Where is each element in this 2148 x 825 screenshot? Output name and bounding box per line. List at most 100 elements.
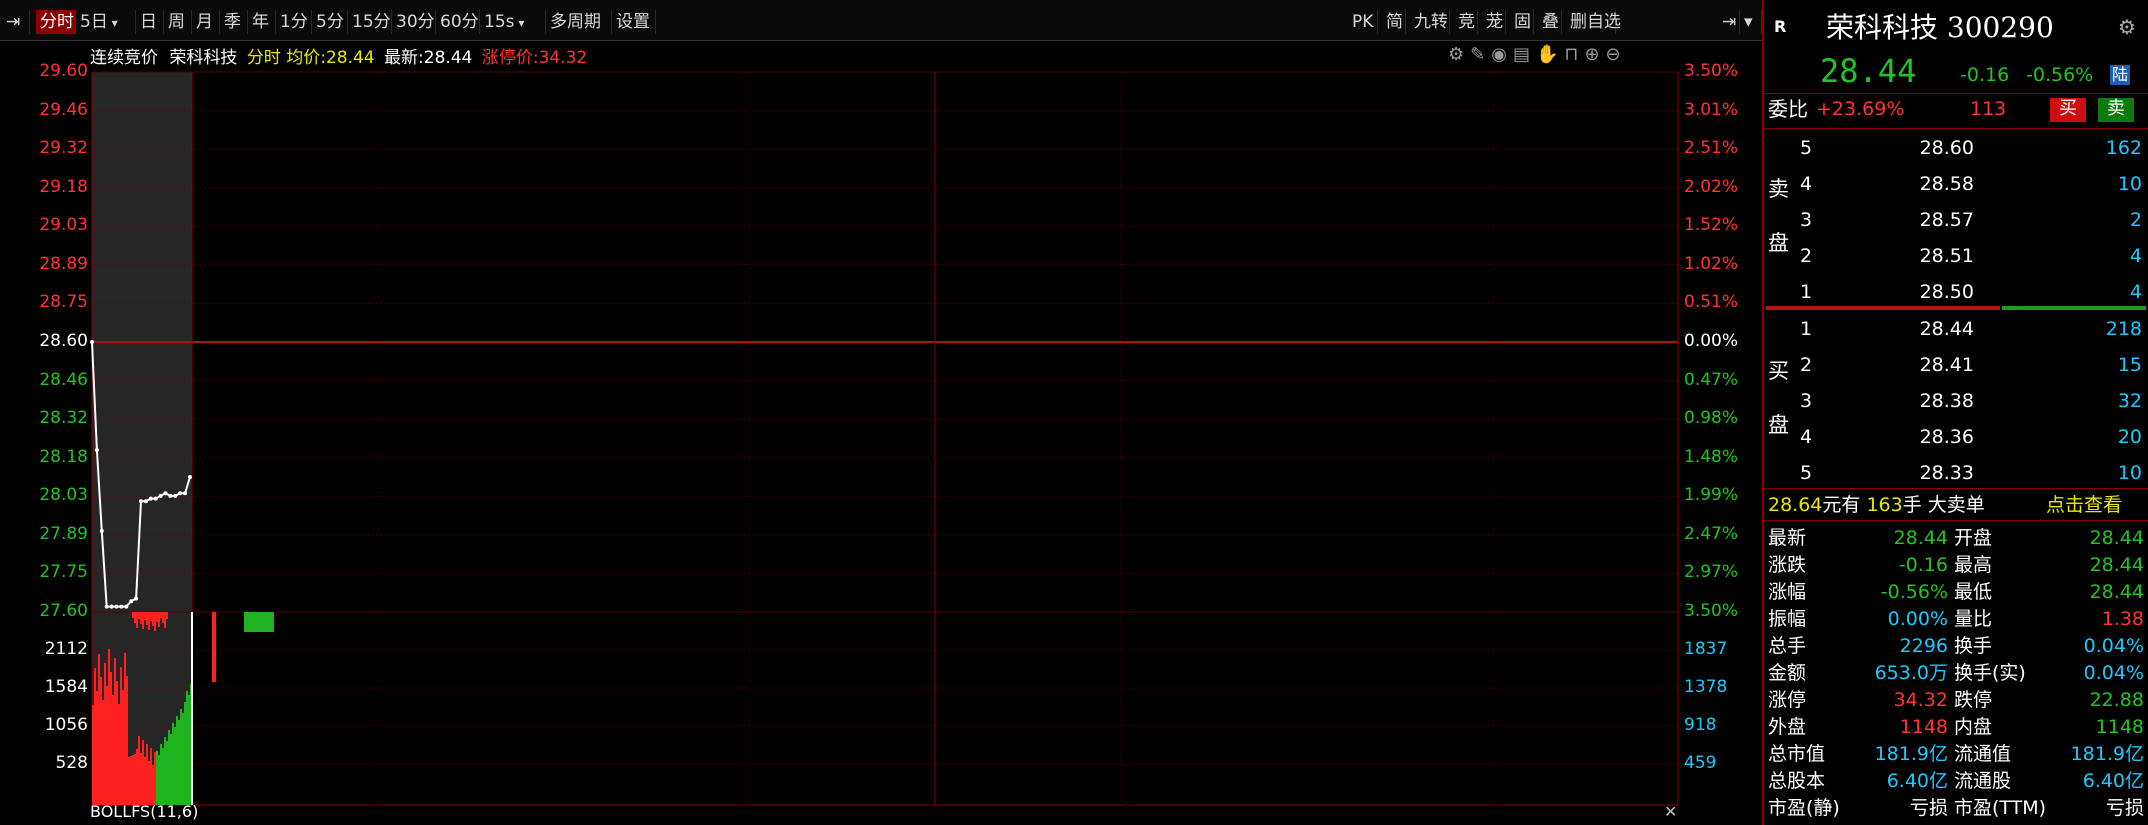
toolbar-button-1[interactable]: 简 [1382, 10, 1406, 34]
buy-button[interactable]: 买 [2050, 98, 2086, 122]
toolbar-button-4[interactable]: 茏 [1482, 10, 1506, 34]
toolbar-button-5[interactable]: 固 [1510, 10, 1534, 34]
price-axis-label: 28.32 [39, 408, 88, 429]
price-point [143, 499, 148, 504]
dropdown-icon[interactable]: ▾ [1740, 10, 1762, 34]
tab-11[interactable]: 60分 [436, 10, 480, 34]
tab-label: 月 [196, 12, 213, 32]
pct-axis-label: 1.52% [1684, 215, 1739, 236]
chart-canvas[interactable] [0, 40, 1762, 825]
stat-label: 总股本 [1768, 770, 1826, 792]
stat-value: 6.40亿 [2082, 770, 2144, 792]
close-icon[interactable]: ✕ [1664, 802, 1677, 821]
price-axis-label: 28.46 [39, 369, 88, 390]
volume-top-bar [132, 612, 134, 618]
big-order-text2: 手 [1902, 494, 1922, 516]
tab-12[interactable]: 15s ▾ [480, 10, 546, 34]
price-point [173, 493, 178, 498]
lock-icon[interactable]: ⊓ [1564, 44, 1584, 65]
eye-icon[interactable]: ◉ [1491, 44, 1513, 65]
tab-label: 季 [224, 12, 241, 32]
zoom-out-icon[interactable]: ⊖ [1606, 44, 1627, 65]
tab-2[interactable]: 日 [136, 10, 164, 34]
volume-top-bar [144, 612, 146, 620]
volume-bar [110, 672, 112, 805]
volume-top-bar [134, 612, 136, 623]
stat-value: 0.04% [2083, 662, 2144, 684]
toolbar-button-7[interactable]: 删自选 [1566, 10, 1621, 34]
price-point [153, 496, 158, 501]
stat-label: 外盘 [1768, 716, 1807, 738]
buy-strength-bar [2002, 306, 2146, 310]
volume-bar [126, 676, 128, 805]
latest-value: 28.44 [423, 48, 473, 68]
toolbar-button-6[interactable]: 叠 [1538, 10, 1562, 34]
layers-icon[interactable]: ▤ [1513, 44, 1536, 65]
volume-bar [154, 752, 156, 805]
price-point [104, 604, 109, 609]
tab-label: 30分 [396, 12, 435, 32]
bid-level-volume: 15 [2117, 354, 2142, 376]
tab-14[interactable]: 设置 [612, 10, 656, 34]
tab-3[interactable]: 周 [164, 10, 192, 34]
pin-right-icon[interactable]: ⇥ [1718, 10, 1740, 34]
chevron-down-icon: ▾ [514, 16, 525, 30]
price-point [178, 491, 183, 496]
intraday-chart[interactable]: 连续竞价 荣科科技 分时 均价:28.44 最新:28.44 涨停价:34.32… [0, 40, 1762, 825]
toolbar-button-3[interactable]: 竞 [1454, 10, 1478, 34]
sell-button[interactable]: 卖 [2098, 98, 2134, 122]
ask-level-volume: 2 [2129, 209, 2142, 231]
pct-axis-label: 2.97% [1684, 562, 1739, 583]
stat-label: 市盈(静) [1768, 797, 1840, 819]
stat-value: 34.32 [1893, 689, 1948, 711]
tab-10[interactable]: 30分 [392, 10, 436, 34]
pct-axis-label: 1.02% [1684, 253, 1739, 274]
tab-5[interactable]: 季 [220, 10, 248, 34]
pen-icon[interactable]: ✎ [1470, 44, 1491, 65]
price-point [148, 496, 153, 501]
volume-bar [112, 695, 114, 805]
tab-8[interactable]: 5分 [312, 10, 348, 34]
volume-axis-label: 1056 [44, 715, 88, 735]
price-point [124, 604, 129, 609]
pct-axis-label: 0.47% [1684, 369, 1739, 390]
ask-level-volume: 162 [2105, 137, 2142, 159]
volume-top-bar [140, 612, 142, 624]
tab-7[interactable]: 1分 [276, 10, 312, 34]
zoom-in-icon[interactable]: ⊕ [1584, 44, 1605, 65]
price-point [168, 493, 173, 498]
limit-value: 34.32 [538, 48, 588, 68]
volume-axis-label-right: 918 [1684, 715, 1717, 735]
big-order-price: 28.64 [1768, 494, 1823, 516]
tab-label: 多周期 [550, 12, 601, 32]
stat-value: 6.40亿 [1886, 770, 1948, 792]
stat-label: 流通值 [1954, 743, 2012, 765]
stat-label: 最低 [1954, 581, 1993, 603]
hand-icon[interactable]: ✋ [1536, 44, 1564, 65]
tab-9[interactable]: 15分 [348, 10, 392, 34]
view-details-link[interactable]: 点击查看 [2046, 494, 2122, 516]
sell-label-bottom: 盘 [1768, 231, 1789, 255]
toolbar-button-0[interactable]: PK [1348, 10, 1378, 34]
tab-0[interactable]: 分时 [36, 10, 76, 34]
tab-1[interactable]: 5日 ▾ [76, 10, 136, 34]
settings-icon[interactable]: ⚙ [1448, 44, 1470, 65]
volume-bar [100, 677, 102, 805]
buy-label-top: 买 [1768, 359, 1789, 383]
stat-value: 181.9亿 [1874, 743, 1948, 765]
tab-4[interactable]: 月 [192, 10, 220, 34]
big-order-notice[interactable]: 28.64元有 163手 大卖单 [1768, 494, 1985, 516]
stat-label: 开盘 [1954, 527, 1993, 549]
price-point [183, 491, 188, 496]
stat-label: 涨幅 [1768, 581, 1807, 603]
order-ratio-diff: 113 [1970, 98, 2007, 120]
pin-icon[interactable]: ⇥ [2, 10, 30, 34]
tab-6[interactable]: 年 [248, 10, 276, 34]
tab-label: 15s [484, 12, 515, 32]
pct-axis-label: 0.51% [1684, 292, 1739, 313]
gear-icon[interactable]: ⚙ [2118, 16, 2136, 38]
volume-top-bar [164, 612, 166, 628]
toolbar-button-2[interactable]: 九转 [1410, 10, 1450, 34]
stat-label: 换手 [1954, 635, 1993, 657]
tab-13[interactable]: 多周期 [546, 10, 612, 34]
